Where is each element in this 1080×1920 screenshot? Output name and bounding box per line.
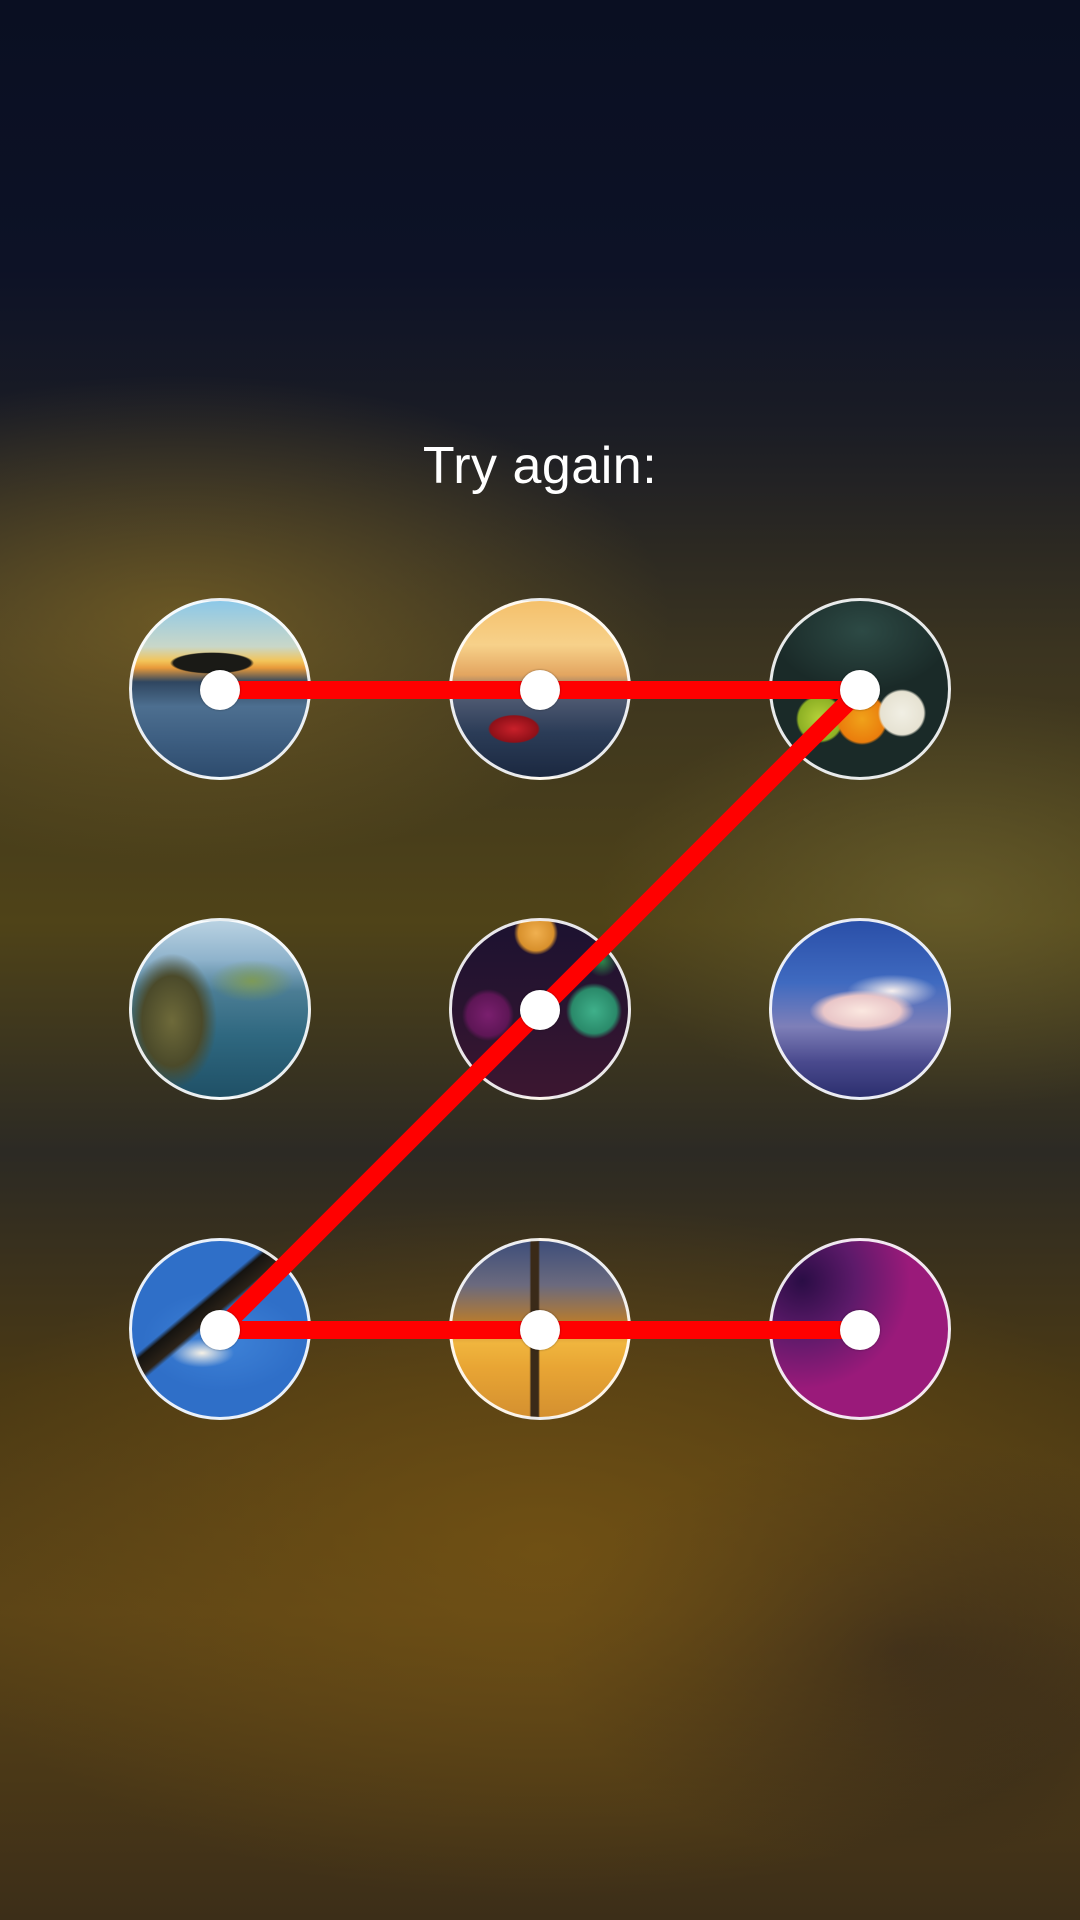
pattern-dot-8 [520, 1310, 560, 1350]
lock-screen: Try again: [0, 0, 1080, 1920]
pattern-node-4[interactable] [129, 918, 311, 1100]
pattern-dot-3 [840, 670, 880, 710]
pattern-dot-9 [840, 1310, 880, 1350]
pattern-node-6[interactable] [769, 918, 951, 1100]
pattern-dot-1 [200, 670, 240, 710]
pattern-prompt: Try again: [422, 437, 658, 495]
pattern-dot-7 [200, 1310, 240, 1350]
pattern-dot-2 [520, 670, 560, 710]
pattern-dot-5 [520, 990, 560, 1030]
